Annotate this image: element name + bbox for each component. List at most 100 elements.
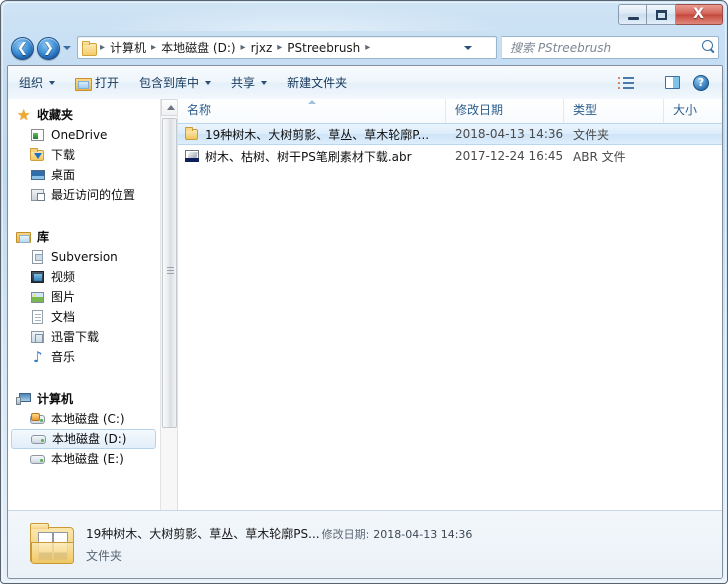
column-headers: 名称 修改日期 类型 大小 — [178, 99, 722, 124]
breadcrumb-separator: ▸ — [151, 41, 157, 53]
sidebar-label-desktop: 桌面 — [51, 168, 76, 182]
details-modified-label: 修改日期: — [321, 528, 370, 541]
navigation-pane-scrollbar[interactable] — [160, 99, 178, 545]
subversion-icon — [30, 249, 46, 265]
abr-file-icon — [184, 148, 200, 164]
sidebar-item-videos[interactable]: 视频 — [8, 267, 160, 287]
table-row[interactable]: 19种树木、大树剪影、草丛、草木轮廓P... 2018-04-13 14:36 … — [178, 123, 722, 145]
music-icon — [30, 349, 46, 365]
command-bar-right-group: ? — [611, 70, 722, 96]
sidebar-label-pictures: 图片 — [51, 290, 76, 304]
breadcrumb-item-computer[interactable]: 计算机 — [107, 38, 149, 58]
scrollbar-thumb[interactable] — [162, 118, 177, 428]
chevron-down-icon — [261, 80, 268, 85]
open-label: 打开 — [95, 76, 120, 90]
open-folder-icon — [75, 76, 93, 91]
forward-arrow-icon: ❯ — [43, 41, 54, 56]
file-name-cell: 19种树木、大树剪影、草丛、草木轮廓P... — [178, 126, 446, 143]
star-icon — [16, 107, 32, 123]
sidebar-label-onedrive: OneDrive — [51, 128, 108, 142]
scroll-up-button[interactable] — [161, 99, 178, 116]
title-bar: X — [1, 1, 728, 30]
sort-ascending-icon — [307, 100, 316, 104]
breadcrumb-item-rjxz[interactable]: rjxz — [248, 38, 276, 58]
chevron-down-icon[interactable] — [464, 46, 472, 50]
sidebar-item-favorites[interactable]: 收藏夹 — [8, 105, 160, 125]
details-item-name: 19种树木、大树剪影、草丛、草木轮廓PS... — [86, 527, 320, 541]
history-dropdown-icon[interactable] — [63, 46, 71, 50]
search-icon — [696, 37, 718, 55]
preview-pane-icon — [664, 76, 680, 89]
sidebar-label-recent-places: 最近访问的位置 — [51, 188, 136, 202]
column-header-type[interactable]: 类型 — [564, 99, 664, 123]
forward-button[interactable]: ❯ — [37, 37, 60, 60]
file-name-cell: 树木、枯树、树干PS笔刷素材下载.abr — [178, 148, 446, 165]
sidebar-label-computer: 计算机 — [37, 392, 74, 406]
open-button[interactable]: 打开 — [66, 69, 128, 96]
sidebar-item-music[interactable]: 音乐 — [8, 347, 160, 367]
window-controls: X — [618, 4, 723, 25]
sidebar-item-drive-e[interactable]: 本地磁盘 (E:) — [8, 449, 160, 469]
sidebar-label-music: 音乐 — [51, 350, 76, 364]
sidebar-item-subversion[interactable]: Subversion — [8, 247, 160, 267]
close-button[interactable]: X — [676, 4, 723, 25]
sidebar-item-libraries[interactable]: 库 — [8, 227, 160, 247]
onedrive-icon — [30, 127, 46, 143]
search-box[interactable]: 搜索 PStreebrush — [501, 36, 719, 59]
library-icon — [16, 229, 32, 245]
column-header-size[interactable]: 大小 — [664, 99, 722, 123]
organize-button[interactable]: 组织 — [10, 69, 64, 96]
sidebar-label-subversion: Subversion — [51, 250, 118, 264]
command-bar: 组织 打开 包含到库中 共享 新建文件夹 ? — [8, 66, 722, 100]
sidebar-item-recent-places[interactable]: 最近访问的位置 — [8, 185, 160, 205]
nav-group-libraries: 库 Subversion 视频 图片 文档 迅雷下载 ♪ 音乐 — [8, 227, 160, 367]
maximize-button[interactable] — [647, 4, 676, 25]
sidebar-label-downloads: 下载 — [51, 148, 76, 162]
search-input[interactable]: 搜索 PStreebrush — [502, 39, 696, 56]
breadcrumb-item-drive[interactable]: 本地磁盘 (D:) — [158, 38, 238, 58]
sidebar-item-thunder-download[interactable]: 迅雷下载 — [8, 327, 160, 347]
change-view-dropdown[interactable] — [641, 70, 657, 96]
include-in-library-button[interactable]: 包含到库中 — [130, 69, 220, 96]
system-drive-icon — [30, 411, 46, 427]
breadcrumb-separator: ▸ — [240, 41, 246, 53]
column-header-name[interactable]: 名称 — [178, 99, 446, 123]
nav-group-favorites: 收藏夹 OneDrive 下载 桌面 最近访问的位置 — [8, 105, 160, 205]
sidebar-label-drive-d: 本地磁盘 (D:) — [52, 432, 127, 446]
file-list-pane: 名称 修改日期 类型 大小 19种树木、大树剪影、草丛、草木轮廓P... 201… — [177, 99, 722, 549]
sidebar-item-documents[interactable]: 文档 — [8, 307, 160, 327]
address-bar[interactable]: ▸ 计算机 ▸ 本地磁盘 (D:) ▸ rjxz ▸ PStreebrush ▸ — [77, 36, 497, 59]
sidebar-item-drive-d[interactable]: 本地磁盘 (D:) — [11, 429, 156, 449]
table-row[interactable]: 树木、枯树、树干PS笔刷素材下载.abr 2017-12-24 16:45 AB… — [178, 145, 722, 167]
details-pane: 19种树木、大树剪影、草丛、草木轮廓PS... 修改日期: 2018-04-13… — [8, 510, 722, 578]
share-label: 共享 — [231, 76, 256, 90]
share-button[interactable]: 共享 — [222, 69, 276, 96]
drive-icon — [31, 431, 47, 447]
sidebar-item-drive-c[interactable]: 本地磁盘 (C:) — [8, 409, 160, 429]
back-arrow-icon: ❮ — [17, 41, 28, 56]
new-folder-button[interactable]: 新建文件夹 — [278, 69, 356, 96]
sidebar-label-drive-e: 本地磁盘 (E:) — [51, 452, 124, 466]
sidebar-item-pictures[interactable]: 图片 — [8, 287, 160, 307]
videos-icon — [30, 269, 46, 285]
preview-pane-button[interactable] — [658, 70, 686, 96]
nav-group-computer: 计算机 本地磁盘 (C:) 本地磁盘 (D:) 本地磁盘 (E:) — [8, 389, 160, 469]
sidebar-item-downloads[interactable]: 下载 — [8, 145, 160, 165]
close-icon: X — [693, 6, 704, 22]
sidebar-item-desktop[interactable]: 桌面 — [8, 165, 160, 185]
sidebar-label-favorites: 收藏夹 — [37, 108, 74, 122]
sidebar-item-onedrive[interactable]: OneDrive — [8, 125, 160, 145]
column-header-name-label: 名称 — [187, 103, 212, 117]
column-header-size-label: 大小 — [673, 103, 698, 117]
help-button[interactable]: ? — [687, 70, 715, 96]
drive-icon — [30, 451, 46, 467]
content-split: 收藏夹 OneDrive 下载 桌面 最近访问的位置 库 Subversion … — [8, 99, 722, 549]
sidebar-item-computer[interactable]: 计算机 — [8, 389, 160, 409]
sidebar-label-thunder-download: 迅雷下载 — [51, 330, 100, 344]
breadcrumb-item-pstreebrush[interactable]: PStreebrush — [284, 38, 363, 58]
back-button[interactable]: ❮ — [11, 37, 34, 60]
minimize-button[interactable] — [618, 4, 647, 25]
change-view-button[interactable] — [612, 70, 640, 96]
column-header-date[interactable]: 修改日期 — [446, 99, 564, 123]
breadcrumb-separator: ▸ — [277, 41, 283, 53]
